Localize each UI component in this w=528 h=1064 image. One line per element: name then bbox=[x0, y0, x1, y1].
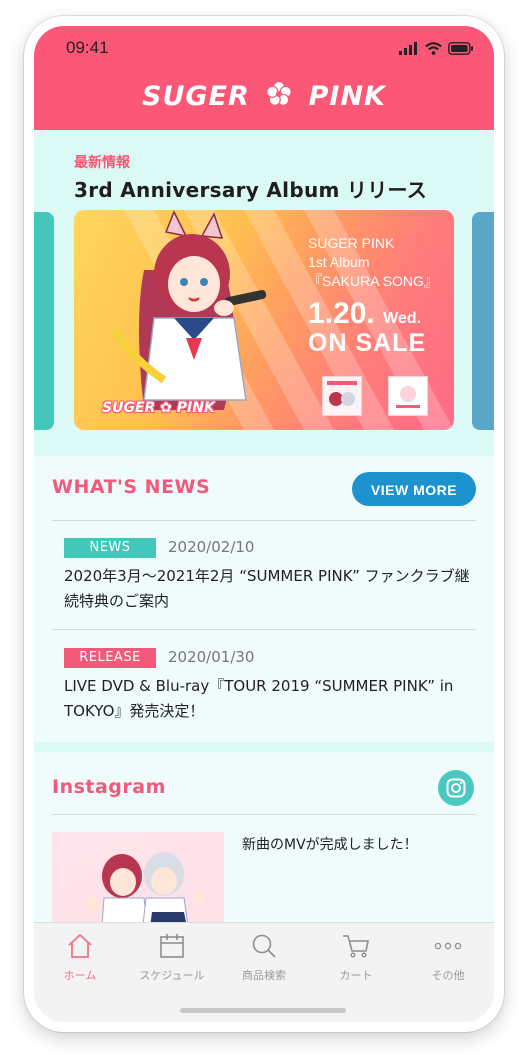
divider bbox=[52, 520, 476, 521]
news-text: 2020年3月～2021年2月 “SUMMER PINK” ファンクラブ継続特典… bbox=[64, 567, 470, 610]
instagram-title: Instagram bbox=[52, 776, 166, 798]
tab-schedule[interactable]: スケジュール bbox=[126, 931, 218, 983]
divider bbox=[52, 629, 476, 630]
hero-section: 最新情報 3rd Anniversary Album リリース SUGER PI… bbox=[34, 130, 494, 456]
status-time: 09:41 bbox=[66, 38, 109, 57]
home-indicator[interactable] bbox=[180, 1008, 346, 1013]
tab-label: カート bbox=[339, 969, 373, 982]
section-separator bbox=[34, 742, 494, 752]
logo-left-text: SUGER bbox=[142, 81, 250, 112]
more-icon bbox=[434, 942, 462, 950]
calendar-icon bbox=[160, 934, 184, 958]
status-icons bbox=[399, 40, 474, 56]
instagram-icon[interactable] bbox=[438, 770, 474, 806]
news-section: WHAT'S NEWS VIEW MORE NEWS 2020/02/10 20… bbox=[34, 456, 494, 742]
hero-label: 最新情報 bbox=[74, 155, 130, 171]
app-screen: 09:41 SUGER PINK 最新情報 3rd Anniversary Al… bbox=[34, 26, 494, 1022]
tab-product-search[interactable]: 商品検索 bbox=[218, 931, 310, 983]
carousel-next-slide[interactable] bbox=[472, 212, 494, 430]
banner-album: 1st Album bbox=[308, 254, 370, 270]
banner-date: 1.20. Wed. bbox=[308, 297, 438, 331]
album-banner[interactable]: SUGER PINK 1st Album 『SAKURA SONG』 1.20.… bbox=[74, 210, 454, 430]
news-text: LIVE DVD & Blu-ray『TOUR 2019 “SUMMER PIN… bbox=[64, 677, 454, 720]
tab-label: その他 bbox=[431, 969, 465, 982]
release-badge: RELEASE bbox=[64, 648, 156, 668]
app-logo[interactable]: SUGER PINK bbox=[34, 80, 494, 114]
album-jacket-2 bbox=[388, 376, 428, 416]
tab-label: スケジュール bbox=[139, 969, 205, 982]
tab-more[interactable]: その他 bbox=[402, 931, 494, 983]
banner-date-value: 1.20. bbox=[308, 297, 375, 330]
wifi-icon bbox=[425, 41, 442, 55]
cart-icon bbox=[343, 935, 369, 958]
banner-text: SUGER PINK 1st Album 『SAKURA SONG』 1.20.… bbox=[308, 234, 438, 358]
tab-home[interactable]: ホーム bbox=[34, 931, 126, 983]
tab-label: ホーム bbox=[63, 969, 97, 982]
hero-title: 3rd Anniversary Album リリース bbox=[74, 178, 428, 202]
tab-bar: ホーム スケジュール 商品検索 カート その他 bbox=[34, 922, 494, 1022]
banner-weekday: Wed. bbox=[383, 310, 422, 327]
sakura-icon bbox=[266, 80, 293, 114]
banner-logo: SUGER ✿ PINK bbox=[102, 400, 215, 416]
search-icon bbox=[252, 934, 276, 958]
banner-artist: SUGER PINK bbox=[308, 235, 395, 251]
tab-label: 商品検索 bbox=[242, 969, 286, 982]
banner-onsale: ON SALE bbox=[308, 329, 427, 357]
signal-icon bbox=[399, 41, 417, 55]
news-badge: NEWS bbox=[64, 538, 156, 558]
banner-song: 『SAKURA SONG』 bbox=[308, 273, 438, 289]
view-more-button[interactable]: VIEW MORE bbox=[352, 472, 476, 506]
idol-illustration bbox=[110, 210, 267, 410]
album-jacket-1 bbox=[322, 376, 362, 416]
app-header: 09:41 SUGER PINK bbox=[34, 26, 494, 130]
instagram-caption: 新曲のMVが完成しました！ bbox=[242, 837, 418, 853]
news-date: 2020/01/30 bbox=[168, 648, 255, 666]
tab-cart[interactable]: カート bbox=[310, 931, 402, 983]
news-title: WHAT'S NEWS bbox=[52, 476, 211, 498]
divider bbox=[52, 814, 476, 815]
news-date: 2020/02/10 bbox=[168, 538, 255, 556]
logo-right-text: PINK bbox=[308, 81, 386, 112]
carousel-prev-slide[interactable] bbox=[34, 212, 54, 430]
battery-icon bbox=[448, 41, 473, 55]
home-icon bbox=[68, 933, 92, 958]
